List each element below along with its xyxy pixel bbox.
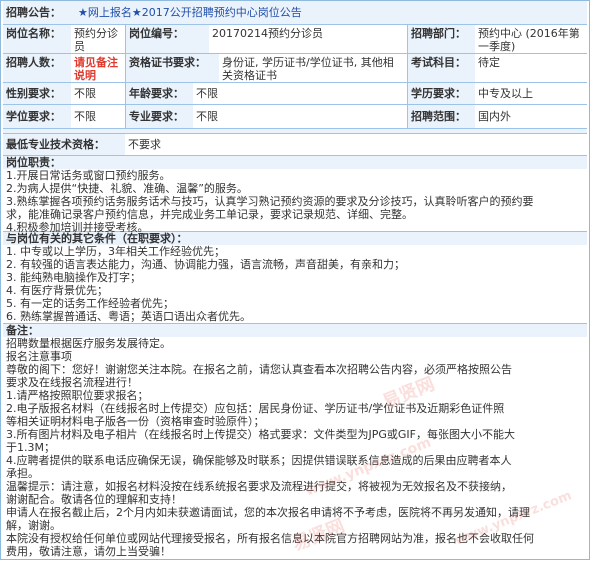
duty-line: 1.开展日常话务或窗口预约服务。 <box>6 169 171 182</box>
condition-line: 3. 能纯熟电脑操作及打字； <box>6 271 141 284</box>
job-posting-frame: 招聘公告： ★网上报名★2017公开招聘预约中心岗位公告 岗位名称： 预约分诊员… <box>0 0 590 560</box>
note-line: 于1.3M； <box>6 441 55 454</box>
condition-line: 4. 有医疗背景优先； <box>6 284 108 297</box>
conditions-heading: 与岗位有关的其它条件（在职要求）： <box>3 232 587 245</box>
position-code-label: 岗位编号： <box>125 25 209 53</box>
age-label: 年龄要求： <box>125 83 193 104</box>
note-line: 费用，敬请注意，请勿上当受骗！ <box>6 545 171 558</box>
condition-line: 2. 有较强的语言表达能力，沟通、协调能力强，语言流畅，声音甜美，有亲和力； <box>6 258 405 271</box>
note-line: 解，谢谢。 <box>6 519 61 532</box>
posting-title: ★网上报名★2017公开招聘预约中心岗位公告 <box>78 6 302 19</box>
age-value: 不限 <box>193 83 407 104</box>
duties-heading: 岗位职责： <box>3 156 587 169</box>
condition-line: 5. 有一定的话务工作经验者优先； <box>6 297 174 310</box>
duty-line: 求，能准确记录客户预约信息，并完成业务工单记录，要求记录规范、详细、完整。 <box>6 208 413 221</box>
note-line: 尊敬的阁下：您好！谢谢您关注本院。在报名之前，请您认真查看本次招聘公告内容，必须… <box>6 363 512 376</box>
recruit-range-label: 招聘范围： <box>407 105 475 128</box>
duty-line: 3.熟练掌握各项预约话务服务话术与技巧，认真学习熟记预约资源的要求及分诊技巧，认… <box>6 195 534 208</box>
note-line: 温馨提示：请注意，如报名材料没按在线系统报名要求及流程进行提交，将被视为无效报名… <box>6 480 512 493</box>
note-line: 招聘数量根据医疗服务发展待定。 <box>6 337 171 350</box>
major-value: 不限 <box>193 105 407 128</box>
exam-subject-label: 考试科目： <box>407 54 475 82</box>
note-line: 3.所有图片材料及电子相片（在线报名时上传提交）格式要求：文件类型为JPG或GI… <box>6 428 515 441</box>
posting-header: 招聘公告： ★网上报名★2017公开招聘预约中心岗位公告 <box>3 1 587 25</box>
header-label: 招聘公告： <box>6 6 61 19</box>
position-code-value: 20170214预约分诊员 <box>209 25 407 53</box>
info-row-5: 最低专业技术资格： 不要求 <box>3 134 587 156</box>
major-label: 专业要求： <box>125 105 193 128</box>
note-line: 4.应聘者提供的联系电话应确保无误，确保能够及时联系；因提供错误联系信息造成的后… <box>6 454 512 467</box>
notes-section: 备注： 招聘数量根据医疗服务发展待定。 报名注意事项 尊敬的阁下：您好！谢谢您关… <box>3 324 587 559</box>
recruit-range-value: 国内外 <box>475 105 587 128</box>
department-label: 招聘部门： <box>407 25 475 53</box>
note-line: 申请人在报名截止后，2个月内如未获邀请面试，您的本次报名申请将不予考虑，医院将不… <box>6 506 530 519</box>
note-line: 承担。 <box>6 467 39 480</box>
position-name-value: 预约分诊员 <box>71 25 125 53</box>
tech-qualification-value: 不要求 <box>125 134 587 155</box>
info-row-3: 性别要求： 不限 年龄要求： 不限 学历要求： 中专及以上 <box>3 83 587 105</box>
note-line: 等相关证明材料电子版各一份（资格审查时验原件）； <box>6 415 265 428</box>
department-value: 预约中心 (2016年第一季度) <box>475 25 587 53</box>
note-line: 2.电子版报名材料（在线报名时上传提交）应包括：居民身份证、学历证书/学位证书及… <box>6 402 505 415</box>
gender-value: 不限 <box>71 83 125 104</box>
note-line: 1.请严格按照职位要求报名； <box>6 389 149 402</box>
exam-subject-value: 待定 <box>475 54 587 82</box>
info-row-2: 招聘人数： 请见备注说明 资格证书要求： 身份证, 学历证书/学位证书, 其他相… <box>3 54 587 83</box>
position-name-label: 岗位名称： <box>3 25 71 53</box>
info-row-1: 岗位名称： 预约分诊员 岗位编号： 20170214预约分诊员 招聘部门： 预约… <box>3 25 587 54</box>
headcount-value: 请见备注说明 <box>71 54 125 82</box>
conditions-section: 与岗位有关的其它条件（在职要求）： 1. 中专或以上学历，3年相关工作经验优先；… <box>3 232 587 324</box>
headcount-label: 招聘人数： <box>3 54 71 82</box>
tech-qualification-label: 最低专业技术资格： <box>3 134 125 155</box>
note-line: 报名注意事项 <box>6 350 72 363</box>
info-row-4: 学位要求： 不限 专业要求： 不限 招聘范围： 国内外 <box>3 105 587 129</box>
degree-value: 不限 <box>71 105 125 128</box>
certificate-label: 资格证书要求： <box>125 54 219 82</box>
certificate-value: 身份证, 学历证书/学位证书, 其他相关资格证书 <box>219 54 407 82</box>
note-line: 谢谢配合。敬请各位的理解和支持！ <box>6 493 182 506</box>
note-line: 本院没有授权给任何单位或网站代理接受报名，所有报名信息以本院官方招聘网站为准，报… <box>6 532 534 545</box>
education-label: 学历要求： <box>407 83 475 104</box>
gender-label: 性别要求： <box>3 83 71 104</box>
condition-line: 1. 中专或以上学历，3年相关工作经验优先； <box>6 245 225 258</box>
notes-heading: 备注： <box>3 324 587 337</box>
duty-line: 2.为病人提供“快捷、礼貌、准确、温馨”的服务。 <box>6 182 248 195</box>
duties-section: 岗位职责： 1.开展日常话务或窗口预约服务。 2.为病人提供“快捷、礼貌、准确、… <box>3 156 587 234</box>
condition-line: 6. 熟练掌握普通话、粤语；英语口语出众者优先。 <box>6 310 251 323</box>
note-line: 要求及在线报名流程进行！ <box>6 376 138 389</box>
degree-label: 学位要求： <box>3 105 71 128</box>
education-value: 中专及以上 <box>475 83 587 104</box>
